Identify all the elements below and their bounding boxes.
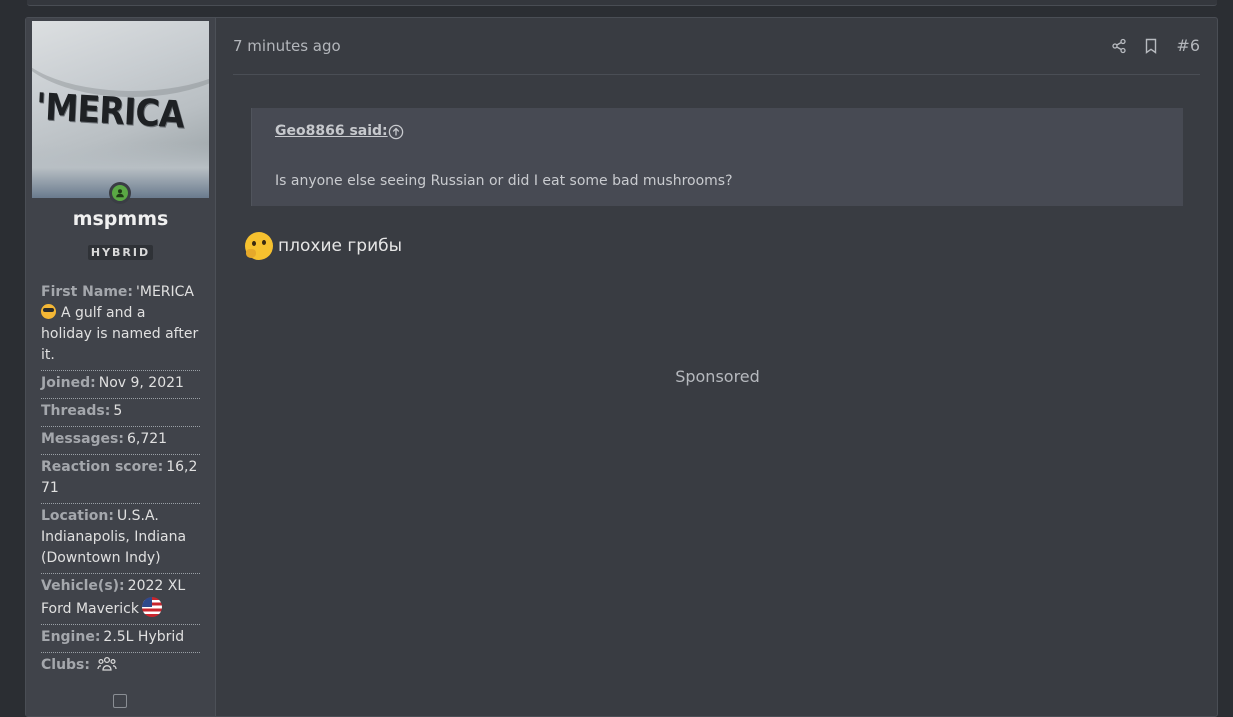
- quote-author-link[interactable]: Geo8866 said:: [275, 123, 388, 139]
- post-meta: 7 minutes ago #6: [233, 36, 1200, 75]
- info-value: Nov 9, 2021: [98, 375, 184, 391]
- info-row-clubs: Clubs:: [41, 653, 200, 683]
- info-key: Reaction score:: [41, 459, 164, 475]
- user-online-icon: [109, 182, 131, 204]
- thinking-face-emoji-icon: [245, 232, 273, 260]
- quote-block: Geo8866 said: Is anyone else seeing Russ…: [251, 108, 1183, 206]
- post-container: 'MERICA mspmms HYBRID First Name: 'MERICA…: [25, 17, 1218, 717]
- bookmark-icon[interactable]: [1142, 37, 1160, 55]
- info-value: 2.5L Hybrid: [103, 629, 185, 645]
- sunglasses-emoji-icon: [41, 304, 56, 319]
- post-time[interactable]: 7 minutes ago: [233, 37, 341, 55]
- share-icon[interactable]: [1110, 37, 1128, 55]
- info-extra: A gulf and a holiday is named after it.: [41, 305, 199, 363]
- info-row-messages: Messages: 6,721: [41, 427, 200, 455]
- info-key: Messages:: [41, 431, 124, 447]
- user-badge-label: HYBRID: [87, 245, 154, 260]
- info-row-reaction-score: Reaction score: 16,271: [41, 455, 200, 504]
- arrow-up-box-icon[interactable]: [113, 694, 127, 708]
- info-key: Location:: [41, 508, 114, 524]
- info-row-vehicles: Vehicle(s): 2022 XL Ford Maverick: [41, 574, 200, 625]
- info-key: Threads:: [41, 403, 111, 419]
- user-info-list: First Name: 'MERICA A gulf and a holiday …: [41, 280, 200, 683]
- sponsored-label: Sponsored: [675, 367, 760, 386]
- us-flag-icon: [141, 597, 162, 617]
- info-row-engine: Engine: 2.5L Hybrid: [41, 625, 200, 653]
- info-row-threads: Threads: 5: [41, 399, 200, 427]
- info-key: Engine:: [41, 629, 101, 645]
- avatar-text: 'MERICA: [34, 85, 185, 137]
- info-key: Joined:: [41, 375, 96, 391]
- quote-text: Is anyone else seeing Russian or did I e…: [275, 173, 733, 189]
- info-key: Clubs:: [41, 657, 90, 673]
- info-value: 6,721: [127, 431, 168, 447]
- arrow-up-circle-icon[interactable]: [388, 124, 404, 144]
- username[interactable]: mspmms: [26, 208, 215, 230]
- info-key: Vehicle(s):: [41, 578, 125, 594]
- group-icon[interactable]: [97, 656, 118, 679]
- info-row-first-name: First Name: 'MERICA A gulf and a holiday …: [41, 280, 200, 371]
- post-main: 7 minutes ago #6 Geo8866 said: Is anyone…: [216, 18, 1217, 716]
- user-column: 'MERICA mspmms HYBRID First Name: 'MERICA…: [26, 18, 216, 716]
- info-row-location: Location: U.S.A. Indianapolis, Indiana (D…: [41, 504, 200, 574]
- post-actions: #6: [1110, 36, 1200, 55]
- info-value: 5: [113, 403, 123, 419]
- reply-content: плохие грибы: [245, 232, 402, 260]
- info-row-joined: Joined: Nov 9, 2021: [41, 371, 200, 399]
- post-number[interactable]: #6: [1176, 36, 1200, 55]
- info-value: 'MERICA: [136, 284, 194, 300]
- user-badge: HYBRID: [26, 245, 215, 260]
- info-key: First Name:: [41, 284, 134, 300]
- avatar[interactable]: 'MERICA: [32, 21, 209, 198]
- reply-text: плохие грибы: [278, 236, 403, 256]
- top-bar-edge: [27, 0, 1217, 6]
